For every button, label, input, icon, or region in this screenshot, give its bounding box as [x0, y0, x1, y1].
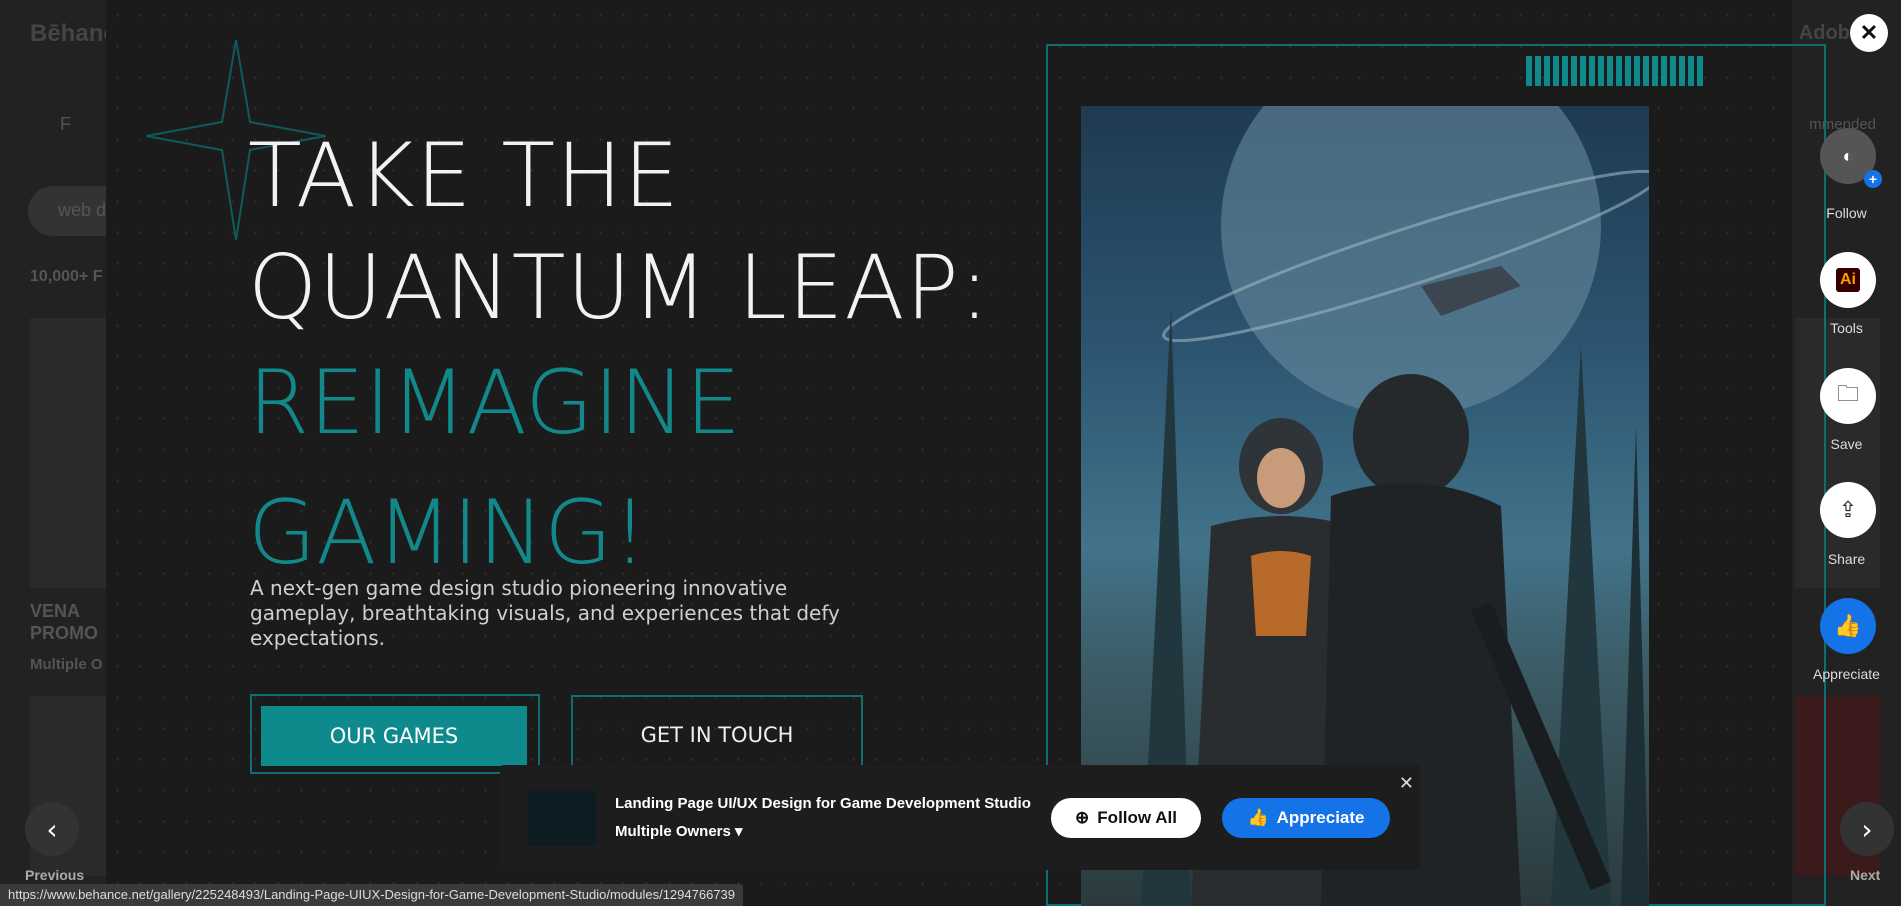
hero-accent-title: REIMAGINE GAMING! [248, 338, 741, 598]
previous-button[interactable]: ‹ [25, 802, 79, 856]
follow-label: Follow [1826, 205, 1867, 221]
close-infobar-icon[interactable]: ✕ [1399, 773, 1414, 794]
caret-down-icon: ▾ [735, 823, 743, 840]
appreciate-button-label: Appreciate [1276, 808, 1365, 827]
follow-all-label: Follow All [1097, 808, 1177, 827]
hero-title-line2: QUANTUM LEAP: [248, 236, 991, 339]
status-url: https://www.behance.net/gallery/22524849… [0, 884, 743, 906]
share-icon: ⇪ [1838, 497, 1858, 522]
share-label: Share [1827, 551, 1866, 567]
card-owner: Multiple O [30, 656, 103, 673]
hero-subtitle: A next-gen game design studio pioneering… [250, 576, 840, 650]
hero-accent-line1: REIMAGINE [248, 351, 741, 454]
results-count: 10,000+ F [30, 268, 103, 285]
appreciate-button[interactable]: 👍 Appreciate [1222, 798, 1390, 838]
owners-dropdown[interactable]: Multiple Owners ▾ [615, 822, 743, 840]
tools-button[interactable]: Ai [1820, 252, 1876, 308]
filter-button: F [60, 114, 71, 134]
share-button[interactable]: ⇪ [1820, 482, 1876, 538]
follow-plus-icon[interactable]: + [1864, 170, 1882, 188]
illustrator-icon: Ai [1836, 268, 1860, 292]
follow-all-button[interactable]: ⊕ Follow All [1051, 798, 1201, 838]
action-rail: ◐ + Follow Ai Tools 🗀 Save ⇪ Share 👍 App… [1792, 0, 1901, 906]
card-title: VENA PROMO [30, 601, 99, 643]
appreciate-rail-button[interactable]: 👍 [1820, 598, 1876, 654]
get-in-touch-button[interactable]: GET IN TOUCH [571, 695, 863, 775]
owners-label: Multiple Owners [615, 823, 731, 840]
chevron-right-icon: › [1861, 812, 1873, 846]
barcode-decoration [1526, 56, 1706, 86]
save-button[interactable]: 🗀 [1820, 368, 1876, 424]
project-info-bar: Landing Page UI/UX Design for Game Devel… [500, 765, 1420, 870]
folder-icon: 🗀 [1836, 381, 1859, 406]
previous-label: Previous [25, 867, 85, 883]
appreciate-label: Appreciate [1813, 666, 1880, 682]
our-games-button[interactable]: OUR GAMES [261, 706, 527, 766]
gallery-thumb [30, 318, 110, 588]
chevron-left-icon: ‹ [46, 812, 58, 846]
project-title[interactable]: Landing Page UI/UX Design for Game Devel… [615, 795, 1031, 812]
hero-title: TAKE THE QUANTUM LEAP: [248, 120, 990, 344]
hero-title-line1: TAKE THE [248, 124, 680, 227]
thumbs-up-icon: 👍 [1247, 808, 1269, 827]
next-label: Next [1850, 867, 1881, 883]
project-thumbnail[interactable] [528, 791, 596, 846]
next-button[interactable]: › [1840, 802, 1894, 856]
save-label: Save [1830, 436, 1863, 452]
plus-circle-icon: ⊕ [1075, 808, 1090, 827]
tools-label: Tools [1830, 320, 1863, 336]
avatar-icon: ◐ [1842, 145, 1854, 166]
thumbs-up-icon: 👍 [1834, 613, 1862, 638]
